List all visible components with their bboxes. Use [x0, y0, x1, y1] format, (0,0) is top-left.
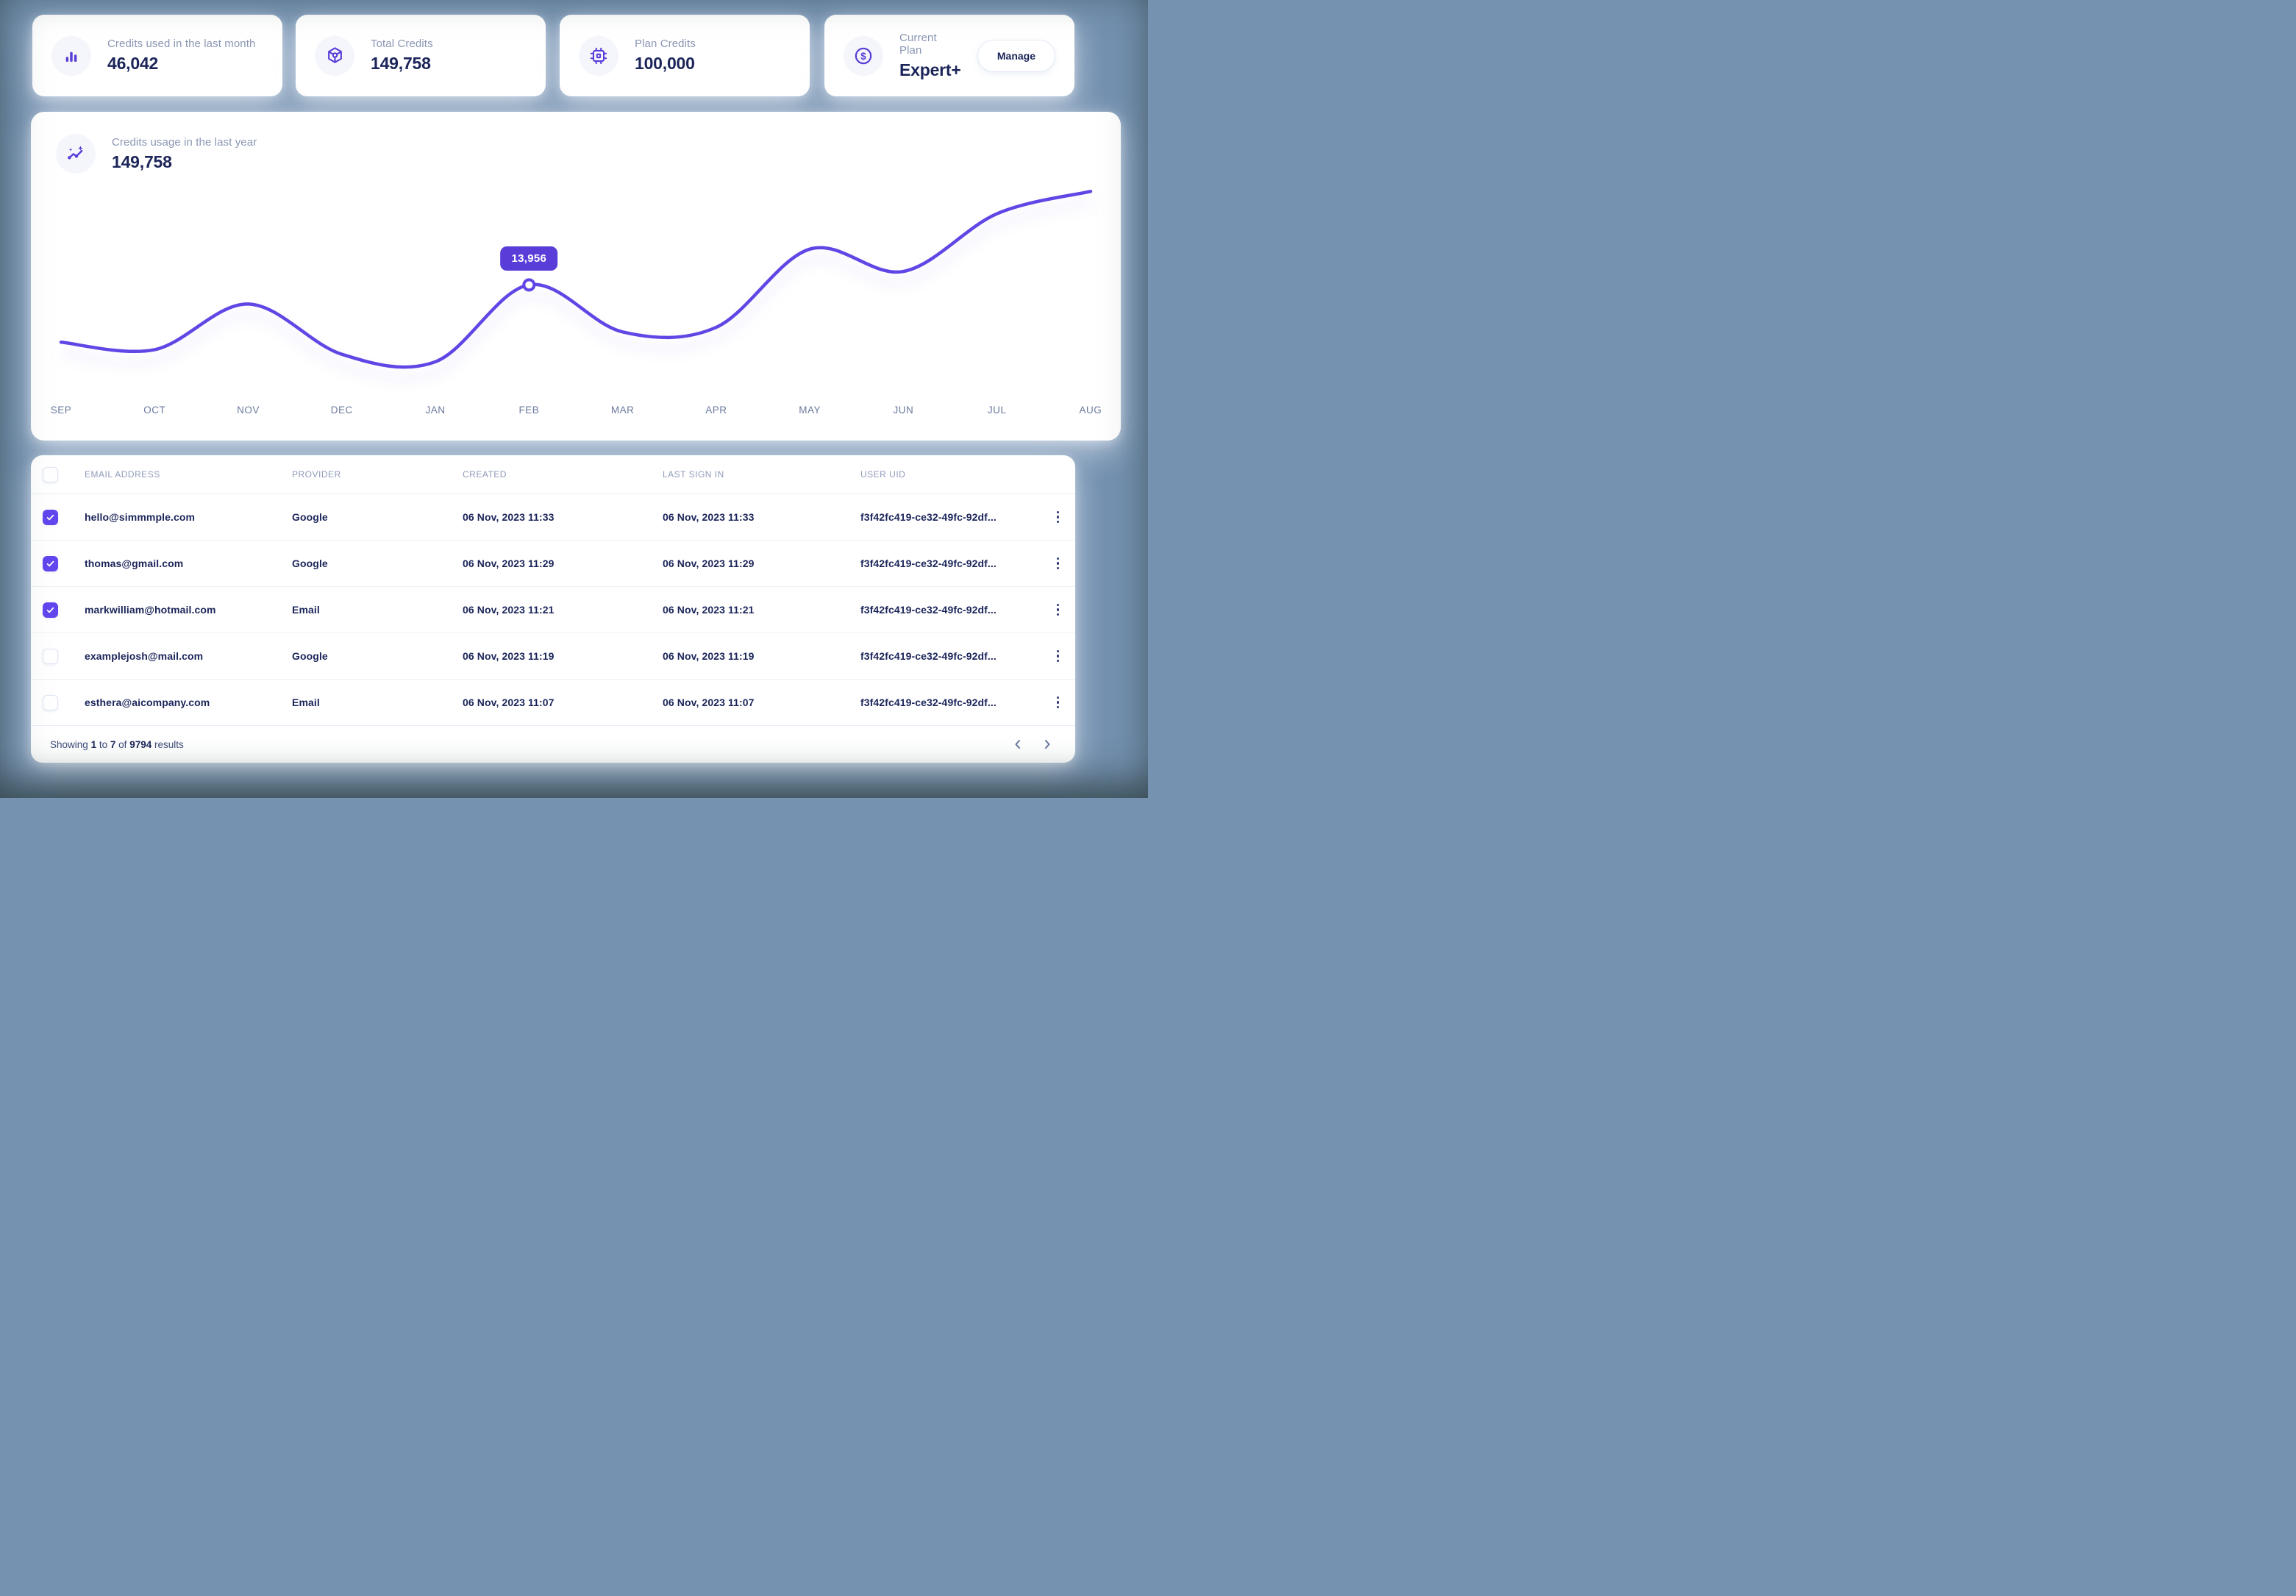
svg-text:$: $	[860, 50, 866, 61]
stat-label: Credits used in the last month	[107, 38, 255, 50]
cell-provider: Email	[292, 697, 463, 708]
x-axis-label: JUL	[985, 405, 1010, 416]
cell-provider: Google	[292, 557, 463, 569]
chart-line	[61, 191, 1091, 367]
next-page-button[interactable]	[1038, 735, 1056, 753]
table-row: examplejosh@mail.comGoogle06 Nov, 2023 1…	[31, 633, 1075, 680]
cell-last-sign-in: 06 Nov, 2023 11:07	[663, 697, 860, 708]
column-header-created: CREATED	[463, 469, 663, 480]
cell-email: thomas@gmail.com	[85, 557, 292, 569]
cell-last-sign-in: 06 Nov, 2023 11:33	[663, 511, 860, 523]
cell-last-sign-in: 06 Nov, 2023 11:21	[663, 604, 860, 616]
table-row: hello@simmmple.comGoogle06 Nov, 2023 11:…	[31, 494, 1075, 541]
manage-plan-button[interactable]: Manage	[977, 40, 1055, 72]
cell-last-sign-in: 06 Nov, 2023 11:19	[663, 650, 860, 662]
cell-user-uid: f3f42fc419-ce32-49fc-92df...	[860, 604, 1031, 616]
cell-created: 06 Nov, 2023 11:19	[463, 650, 663, 662]
stat-value: 46,042	[107, 54, 255, 74]
results-summary: Showing 1 to 7 of 9794 results	[50, 739, 184, 750]
cell-user-uid: f3f42fc419-ce32-49fc-92df...	[860, 650, 1031, 662]
cell-created: 06 Nov, 2023 11:33	[463, 511, 663, 523]
x-axis-label: MAY	[797, 405, 822, 416]
dollar-circle-icon: $	[844, 36, 883, 76]
row-checkbox-checked[interactable]	[43, 556, 58, 571]
chart-total-value: 149,758	[112, 152, 257, 172]
credits-usage-chart-card: Credits usage in the last year 149,758 1…	[31, 112, 1121, 441]
cell-email: esthera@aicompany.com	[85, 697, 292, 708]
chart-x-axis: SEP OCT NOV DEC JAN FEB MAR APR MAY JUN JUL AUG	[49, 405, 1103, 416]
stat-label: Current Plan	[899, 32, 961, 57]
x-axis-label: MAR	[610, 405, 635, 416]
row-actions-kebab-icon[interactable]	[1052, 553, 1064, 574]
stat-card-plan-credits: Plan Credits 100,000	[560, 15, 810, 96]
bar-chart-icon	[51, 36, 91, 76]
table-row: markwilliam@hotmail.comEmail06 Nov, 2023…	[31, 587, 1075, 633]
row-actions-kebab-icon[interactable]	[1052, 599, 1064, 621]
chevron-right-icon	[1041, 738, 1053, 750]
row-checkbox-checked[interactable]	[43, 602, 58, 618]
cell-provider: Google	[292, 511, 463, 523]
row-actions-kebab-icon[interactable]	[1052, 646, 1064, 667]
table-body: hello@simmmple.comGoogle06 Nov, 2023 11:…	[31, 494, 1075, 726]
table-row: thomas@gmail.comGoogle06 Nov, 2023 11:29…	[31, 541, 1075, 587]
chevron-left-icon	[1012, 738, 1024, 750]
cell-last-sign-in: 06 Nov, 2023 11:29	[663, 557, 860, 569]
cell-email: hello@simmmple.com	[85, 511, 292, 523]
cell-provider: Google	[292, 650, 463, 662]
x-axis-label: AUG	[1078, 405, 1103, 416]
row-checkbox-checked[interactable]	[43, 510, 58, 525]
x-axis-label: FEB	[516, 405, 541, 416]
stat-value: 149,758	[371, 54, 433, 74]
row-actions-kebab-icon[interactable]	[1052, 507, 1064, 528]
table-header-row: EMAIL ADDRESS PROVIDER CREATED LAST SIGN…	[31, 455, 1075, 494]
cube-icon	[315, 36, 354, 76]
stat-card-credits-used: Credits used in the last month 46,042	[32, 15, 282, 96]
cell-user-uid: f3f42fc419-ce32-49fc-92df...	[860, 557, 1031, 569]
cell-user-uid: f3f42fc419-ce32-49fc-92df...	[860, 511, 1031, 523]
stat-card-current-plan: $ Current Plan Expert+ Manage	[824, 15, 1074, 96]
x-axis-label: APR	[704, 405, 729, 416]
x-axis-label: JAN	[423, 405, 448, 416]
chart-tooltip: 13,956	[501, 246, 558, 271]
x-axis-label: DEC	[329, 405, 354, 416]
row-actions-kebab-icon[interactable]	[1052, 692, 1064, 713]
stat-label: Total Credits	[371, 38, 433, 50]
cell-email: examplejosh@mail.com	[85, 650, 292, 662]
column-header-user-uid: USER UID	[860, 469, 1031, 480]
chart-highlight-marker[interactable]	[524, 279, 534, 290]
stat-label: Plan Credits	[635, 38, 696, 50]
previous-page-button[interactable]	[1009, 735, 1027, 753]
cpu-icon	[579, 36, 618, 76]
cell-provider: Email	[292, 604, 463, 616]
stat-value: Expert+	[899, 60, 961, 80]
x-axis-label: NOV	[236, 405, 261, 416]
cell-created: 06 Nov, 2023 11:29	[463, 557, 663, 569]
stat-value: 100,000	[635, 54, 696, 74]
column-header-provider: PROVIDER	[292, 469, 463, 480]
cell-email: markwilliam@hotmail.com	[85, 604, 292, 616]
cell-user-uid: f3f42fc419-ce32-49fc-92df...	[860, 697, 1031, 708]
x-axis-label: SEP	[49, 405, 74, 416]
table-footer: Showing 1 to 7 of 9794 results	[31, 726, 1075, 763]
chart-title: Credits usage in the last year	[112, 136, 257, 149]
cell-created: 06 Nov, 2023 11:07	[463, 697, 663, 708]
column-header-last-sign-in: LAST SIGN IN	[663, 469, 860, 480]
row-checkbox[interactable]	[43, 695, 58, 710]
select-all-checkbox[interactable]	[43, 467, 58, 482]
stat-card-total-credits: Total Credits 149,758	[296, 15, 546, 96]
row-checkbox[interactable]	[43, 649, 58, 664]
trend-line-icon	[56, 134, 96, 174]
users-table-card: EMAIL ADDRESS PROVIDER CREATED LAST SIGN…	[31, 455, 1075, 763]
x-axis-label: OCT	[142, 405, 167, 416]
table-row: esthera@aicompany.comEmail06 Nov, 2023 1…	[31, 680, 1075, 726]
column-header-email: EMAIL ADDRESS	[85, 469, 292, 480]
x-axis-label: JUN	[891, 405, 916, 416]
cell-created: 06 Nov, 2023 11:21	[463, 604, 663, 616]
